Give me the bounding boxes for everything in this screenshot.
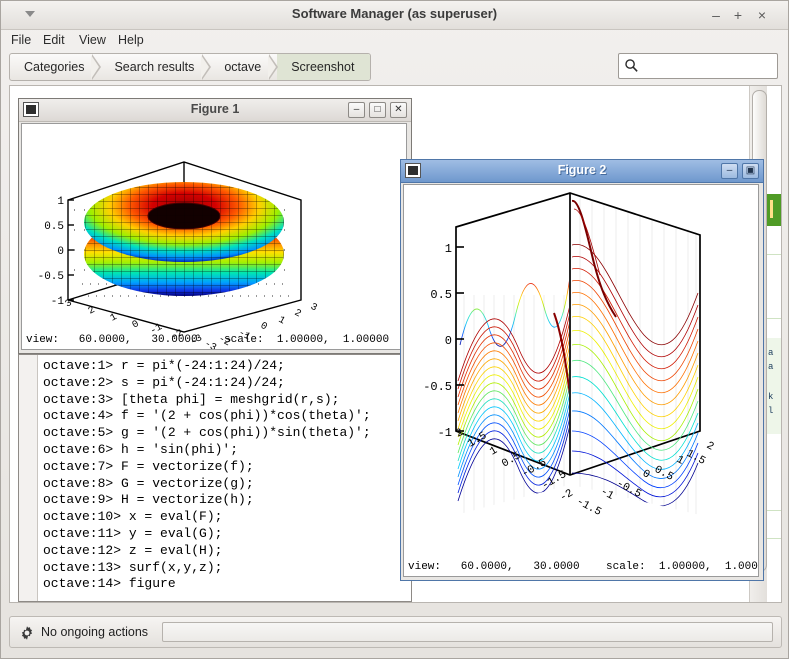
svg-text:0: 0 [131,319,141,332]
breadcrumb: Categories Search results octave Screens… [9,53,372,81]
svg-text:0.5: 0.5 [44,221,64,233]
status-message: No ongoing actions [41,625,149,639]
svg-text:1.5: 1.5 [466,430,489,450]
svg-text:-2: -2 [558,487,575,504]
terminal-line: octave:9> H = vectorize(h); [43,492,254,508]
terminal-line: octave:11> y = eval(G); [43,525,223,541]
breadcrumb-chevron-icon [201,54,212,80]
svg-text:-0.5: -0.5 [614,478,643,501]
menu-edit[interactable]: Edit [39,31,69,49]
figure-1-plot-canvas: 1 0.5 0 -0.5 -1 3 2 1 0 -1 -2 -3 -3 -2 -… [21,123,407,350]
figure-1-titlebar[interactable]: Figure 1 – □ ✕ [19,99,411,122]
terminal-line: octave:7> F = vectorize(f); [43,458,254,474]
figure-1-maximize-button[interactable]: □ [369,102,386,118]
svg-text:-1.5: -1.5 [574,496,603,519]
status-bar: No ongoing actions [9,616,782,648]
svg-text:-1.5: -1.5 [540,469,569,493]
svg-text:0.5: 0.5 [500,450,523,470]
terminal-line: octave:6> h = 'sin(phi)'; [43,441,239,457]
svg-text:-0.5: -0.5 [423,380,452,394]
figure-2-title: Figure 2 [557,163,607,177]
breadcrumb-label: Categories [24,60,85,74]
terminal-line: octave:1> r = pi*(-24:1:24)/24; [43,358,285,373]
figure-2-minimize-button[interactable]: – [721,163,738,179]
svg-text:1: 1 [445,242,452,256]
terminal-output: octave:1> r = pi*(-24:1:24)/24; octave:2>… [43,358,407,593]
terminal-line: octave:10> x = eval(F); [43,509,223,525]
breadcrumb-chevron-icon [91,54,102,80]
figure-1-surface-plot: 1 0.5 0 -0.5 -1 3 2 1 0 -1 -2 -3 -3 -2 -… [38,161,319,349]
terminal-gutter [19,355,38,601]
menu-file[interactable]: File [7,31,35,49]
svg-text:0: 0 [445,334,452,348]
svg-text:2: 2 [704,440,715,454]
software-manager-window: Software Manager (as superuser) – + × Fi… [0,0,789,659]
svg-text:-1: -1 [438,426,452,440]
window-titlebar: Software Manager (as superuser) – + × [1,1,788,30]
terminal-line: octave:2> s = pi*(-24:1:24)/24; [43,374,285,390]
terminal-line: octave:14> figure [43,576,176,592]
figure-1-close-button[interactable]: ✕ [390,102,407,118]
progress-bar [162,622,773,642]
terminal-line: octave:13> surf(x,y,z); [43,559,223,575]
figure-2-plot-canvas: 1 0.5 0 -0.5 -1 2 1.5 1 0.5 -0.5 -1.5 -2… [403,184,759,577]
menu-help[interactable]: Help [114,31,148,49]
terminal-line: octave:5> g = '(2 + cos(phi))*sin(theta)… [43,425,371,441]
terminal-line: octave:4> f = '(2 + cos(phi))*cos(theta)… [43,408,371,424]
svg-text:0: 0 [258,321,268,334]
figure-1-minimize-button[interactable]: – [348,102,365,118]
background-page-strip: a a k l [767,86,781,602]
figure-2-titlebar[interactable]: Figure 2 – ▣ [401,160,763,183]
window-minimize-button[interactable]: – [706,5,726,25]
svg-text:3: 3 [308,302,318,315]
gear-icon [21,626,33,640]
breadcrumb-item-categories[interactable]: Categories [10,54,102,80]
menubar: File Edit View Help [1,29,788,51]
terminal-line: octave:3> [theta phi] = meshgrid(r,s); [43,391,340,407]
figure-2-status-text: view: 60.0000, 30.0000 scale: 1.00000, 1… [408,561,759,573]
search-input[interactable] [643,56,774,77]
figure-2-window[interactable]: Figure 2 – ▣ 1 0.5 0 -0.5 -1 2 1.5 1 0.5… [400,159,764,581]
breadcrumb-label: Screenshot [291,60,355,74]
svg-text:0.5: 0.5 [430,288,452,302]
figure-1-status-text: view: 60.0000, 30.0000 scale: 1.00000, 1… [26,334,390,346]
search-box[interactable] [618,53,778,79]
background-green-badge [767,194,781,226]
svg-text:2: 2 [87,305,97,318]
octave-terminal[interactable]: octave:1> r = pi*(-24:1:24)/24; octave:2>… [18,354,412,602]
breadcrumb-item-octave[interactable]: octave [210,54,279,80]
breadcrumb-label: Search results [114,60,195,74]
window-title: Software Manager (as superuser) [291,6,498,21]
breadcrumb-item-search-results[interactable]: Search results [100,54,212,80]
figure-2-maximize-button[interactable]: ▣ [742,163,759,179]
terminal-line: octave:12> z = eval(H); [43,542,223,558]
figure-1-window[interactable]: Figure 1 – □ ✕ 1 0.5 0 -0.5 -1 3 2 1 0 -… [18,98,412,354]
breadcrumb-label: octave [224,60,262,74]
breadcrumb-chevron-icon [268,54,279,80]
breadcrumb-item-screenshot[interactable]: Screenshot [277,54,371,80]
search-icon [625,59,638,72]
svg-text:2: 2 [292,308,302,321]
svg-text:1: 1 [57,196,64,208]
svg-text:-0.5: -0.5 [38,271,64,283]
package-screenshot-area: a a k l Figure 1 – □ ✕ 1 0.5 0 -0.5 -1 3… [9,85,782,603]
window-close-button[interactable]: × [752,5,772,25]
window-maximize-button[interactable]: + [728,5,748,25]
svg-text:1: 1 [276,315,286,328]
svg-text:0: 0 [57,246,64,258]
menu-view[interactable]: View [75,31,110,49]
svg-text:0.5: 0.5 [652,464,675,484]
figure-2-surface-plot: 1 0.5 0 -0.5 -1 2 1.5 1 0.5 -0.5 -1.5 -2… [423,192,716,519]
terminal-line: octave:8> G = vectorize(g); [43,475,254,491]
svg-text:-1: -1 [51,296,65,308]
svg-text:-1: -1 [598,486,616,503]
